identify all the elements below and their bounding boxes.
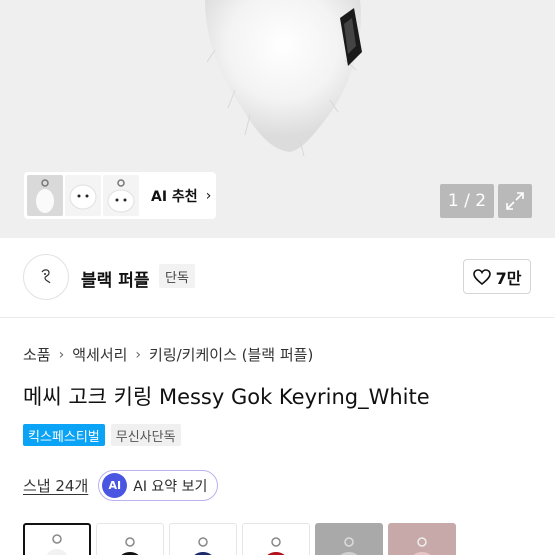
thumbnail-2[interactable] — [65, 175, 101, 216]
keyring-black-thumb — [121, 537, 139, 555]
like-button[interactable]: 7만 — [463, 259, 531, 294]
snap-row: 스냅 24개 AI AI 요약 보기 — [23, 470, 219, 501]
image-page-counter: 1 / 2 — [440, 184, 494, 218]
color-option-pink-grey[interactable] — [388, 523, 456, 555]
keyring-white-thumb — [46, 534, 68, 555]
ai-recommend-label: AI 추천 — [151, 188, 198, 205]
keyring-navy-thumb — [194, 537, 212, 555]
page-total: 2 — [475, 191, 487, 211]
brand-logo[interactable] — [23, 254, 69, 300]
color-option-grey[interactable] — [315, 523, 383, 555]
breadcrumb-item-subcategory[interactable]: 액세서리 — [72, 344, 127, 365]
keyring-pink-thumb — [413, 537, 431, 555]
page-separator: / — [458, 191, 476, 211]
ai-summary-label: AI 요약 보기 — [133, 478, 208, 495]
color-option-navy[interactable] — [169, 523, 237, 555]
color-option-red[interactable] — [242, 523, 310, 555]
brand-logo-icon — [41, 269, 51, 284]
expand-icon — [506, 192, 524, 210]
product-image-gallery[interactable]: AI 추천 › 1 / 2 — [0, 0, 555, 238]
breadcrumb-item-category[interactable]: 소품 — [23, 344, 51, 365]
like-count: 7만 — [495, 268, 522, 288]
ai-icon: AI — [102, 473, 128, 498]
color-options — [23, 523, 461, 555]
color-option-white[interactable] — [23, 523, 91, 555]
thumbnail-1-image — [36, 178, 54, 213]
chevron-right-icon: › — [58, 346, 65, 363]
color-option-black[interactable] — [96, 523, 164, 555]
brand-name[interactable]: 블랙 퍼플 — [81, 266, 149, 291]
thumbnail-3-image — [107, 178, 135, 212]
chevron-right-icon: › — [135, 346, 142, 363]
keyring-red-thumb — [267, 537, 285, 555]
page-current: 1 — [447, 191, 459, 211]
ai-summary-button[interactable]: AI AI 요약 보기 — [98, 470, 219, 501]
breadcrumb: 소품 › 액세서리 › 키링/키케이스 (블랙 퍼플) — [23, 344, 313, 365]
chevron-right-icon: › — [205, 187, 212, 204]
festival-tag[interactable]: 킥스페스티벌 — [23, 424, 105, 446]
breadcrumb-item-brand-category[interactable]: 키링/키케이스 (블랙 퍼플) — [149, 344, 313, 365]
thumbnail-3[interactable] — [103, 175, 139, 216]
brand-exclusive-badge: 단독 — [159, 264, 195, 288]
keyring-grey-thumb — [340, 537, 358, 555]
thumbnail-strip: AI 추천 › — [24, 172, 216, 219]
snap-link[interactable]: 스냅 24개 — [23, 475, 88, 496]
brand-row: 블랙 퍼플 단독 7만 — [0, 238, 555, 318]
exclusive-tag: 무신사단독 — [110, 424, 181, 446]
thumbnail-2-image — [69, 184, 97, 209]
expand-image-button[interactable] — [498, 184, 532, 218]
product-title: 메씨 고크 키링 Messy Gok Keyring_White — [23, 385, 430, 409]
thumbnail-1[interactable] — [27, 175, 63, 216]
heart-icon — [472, 268, 491, 285]
product-tags: 킥스페스티벌 무신사단독 — [23, 424, 181, 446]
ai-recommend-button[interactable]: AI 추천 › — [151, 186, 211, 206]
